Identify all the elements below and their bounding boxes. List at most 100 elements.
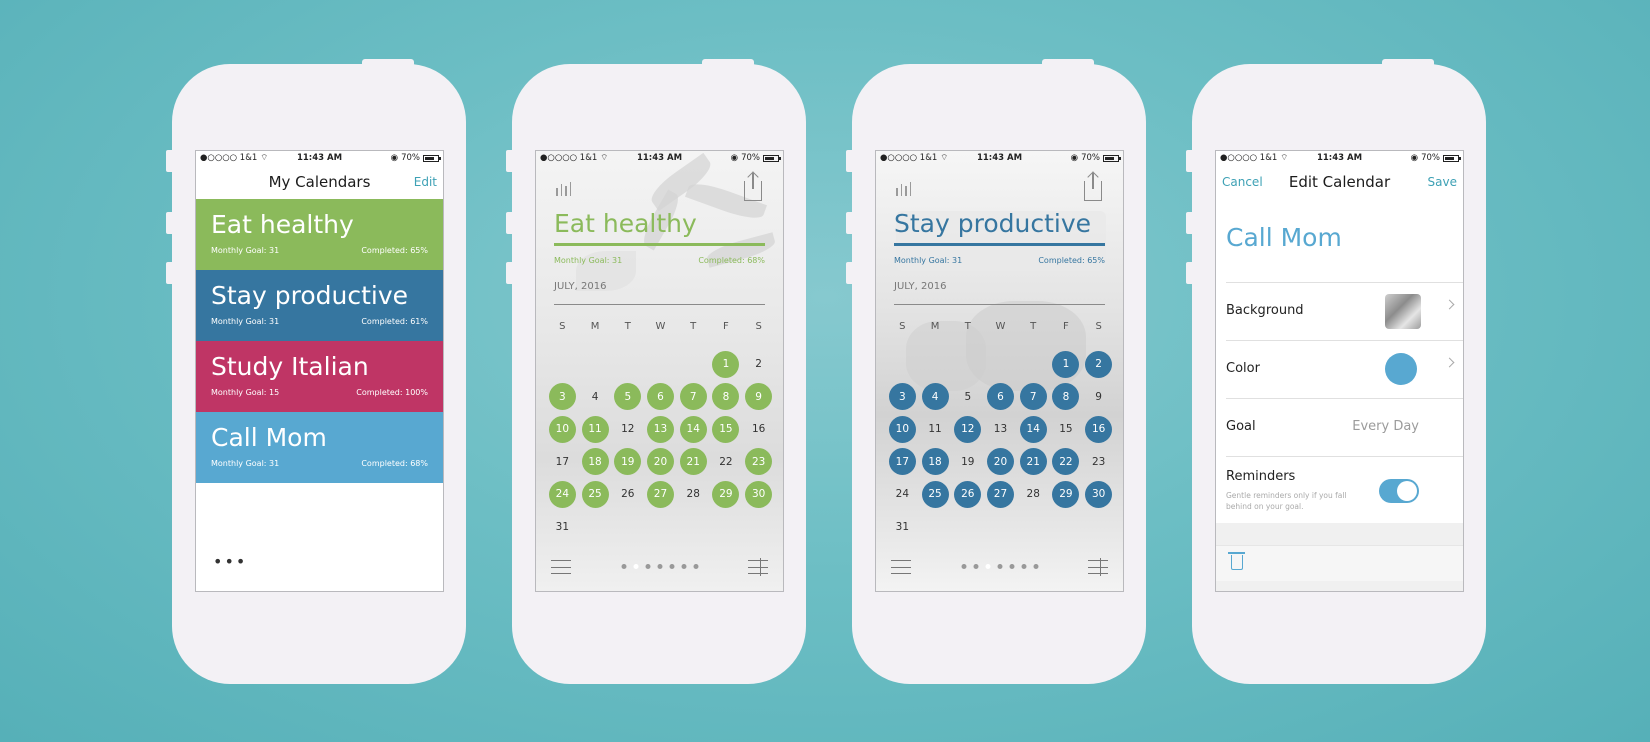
day-cell-completed[interactable]: 17 <box>886 446 919 479</box>
day-cell-completed[interactable]: 7 <box>677 381 710 414</box>
page-dot[interactable] <box>1021 564 1026 569</box>
page-indicator[interactable] <box>961 564 1038 569</box>
page-dot[interactable] <box>1033 564 1038 569</box>
day-cell[interactable]: 31 <box>886 511 919 544</box>
day-cell-completed[interactable]: 8 <box>710 381 743 414</box>
day-cell[interactable]: 11 <box>919 413 952 446</box>
day-cell-completed[interactable]: 10 <box>546 413 579 446</box>
page-dot[interactable] <box>985 564 990 569</box>
page-dot[interactable] <box>997 564 1002 569</box>
day-cell-completed[interactable]: 16 <box>1082 413 1115 446</box>
page-dot[interactable] <box>693 564 698 569</box>
day-cell-completed[interactable]: 21 <box>677 446 710 479</box>
page-dot[interactable] <box>681 564 686 569</box>
day-cell-completed[interactable]: 3 <box>886 381 919 414</box>
more-button[interactable]: ••• <box>213 552 247 571</box>
calendar-row-eat-healthy[interactable]: Eat healthy Monthly Goal: 31 Completed: … <box>196 199 443 270</box>
day-cell-completed[interactable]: 6 <box>644 381 677 414</box>
menu-icon[interactable] <box>891 560 911 574</box>
calendar-row-call-mom[interactable]: Call Mom Monthly Goal: 31 Completed: 68% <box>196 412 443 483</box>
edit-button[interactable]: Edit <box>414 175 437 189</box>
day-cell-completed[interactable]: 8 <box>1050 381 1083 414</box>
day-cell[interactable]: 31 <box>546 511 579 544</box>
day-cell-completed[interactable]: 13 <box>644 413 677 446</box>
settings-sliders-icon[interactable] <box>748 558 768 576</box>
day-cell-completed[interactable]: 2 <box>1082 348 1115 381</box>
day-cell[interactable]: 17 <box>546 446 579 479</box>
day-cell-completed[interactable]: 14 <box>677 413 710 446</box>
day-cell-completed[interactable]: 29 <box>710 478 743 511</box>
day-cell-completed[interactable]: 30 <box>1082 478 1115 511</box>
day-cell[interactable]: 28 <box>677 478 710 511</box>
day-cell-completed[interactable]: 4 <box>919 381 952 414</box>
day-cell-completed[interactable]: 1 <box>710 348 743 381</box>
stats-icon[interactable] <box>896 182 911 196</box>
day-cell-completed[interactable]: 20 <box>984 446 1017 479</box>
day-cell-completed[interactable]: 7 <box>1017 381 1050 414</box>
day-cell-completed[interactable]: 14 <box>1017 413 1050 446</box>
day-cell[interactable]: 24 <box>886 478 919 511</box>
day-cell[interactable]: 4 <box>579 381 612 414</box>
page-dot[interactable] <box>961 564 966 569</box>
day-cell-completed[interactable]: 6 <box>984 381 1017 414</box>
day-cell[interactable]: 28 <box>1017 478 1050 511</box>
day-cell[interactable]: 23 <box>1082 446 1115 479</box>
day-cell-completed[interactable]: 21 <box>1017 446 1050 479</box>
page-indicator[interactable] <box>621 564 698 569</box>
settings-sliders-icon[interactable] <box>1088 558 1108 576</box>
color-row[interactable]: Color <box>1226 340 1463 396</box>
day-cell-completed[interactable]: 18 <box>919 446 952 479</box>
save-button[interactable]: Save <box>1428 175 1457 189</box>
day-cell[interactable]: 26 <box>611 478 644 511</box>
page-dot[interactable] <box>669 564 674 569</box>
day-cell-completed[interactable]: 24 <box>546 478 579 511</box>
day-cell-completed[interactable]: 10 <box>886 413 919 446</box>
day-cell-completed[interactable]: 23 <box>742 446 775 479</box>
day-cell-completed[interactable]: 25 <box>579 478 612 511</box>
day-cell[interactable]: 22 <box>710 446 743 479</box>
page-dot[interactable] <box>645 564 650 569</box>
day-cell-completed[interactable]: 25 <box>919 478 952 511</box>
page-dot[interactable] <box>633 564 638 569</box>
calendar-row-study-italian[interactable]: Study Italian Monthly Goal: 15 Completed… <box>196 341 443 412</box>
page-dot[interactable] <box>1009 564 1014 569</box>
day-cell-completed[interactable]: 18 <box>579 446 612 479</box>
share-icon[interactable] <box>744 173 762 201</box>
day-cell-completed[interactable]: 15 <box>710 413 743 446</box>
day-cell-completed[interactable]: 30 <box>742 478 775 511</box>
background-row[interactable]: Background <box>1226 282 1463 338</box>
day-cell-completed[interactable]: 19 <box>611 446 644 479</box>
day-cell[interactable]: 9 <box>1082 381 1115 414</box>
page-dot[interactable] <box>973 564 978 569</box>
page-dot[interactable] <box>657 564 662 569</box>
stats-icon[interactable] <box>556 182 571 196</box>
day-cell[interactable]: 5 <box>951 381 984 414</box>
day-cell-completed[interactable]: 29 <box>1050 478 1083 511</box>
page-dot[interactable] <box>621 564 626 569</box>
day-cell-completed[interactable]: 26 <box>951 478 984 511</box>
reminders-toggle[interactable] <box>1379 479 1419 503</box>
day-cell-completed[interactable]: 22 <box>1050 446 1083 479</box>
day-cell-completed[interactable]: 20 <box>644 446 677 479</box>
day-cell[interactable]: 2 <box>742 348 775 381</box>
calendar-name-field[interactable]: Call Mom <box>1226 223 1342 252</box>
day-cell[interactable]: 13 <box>984 413 1017 446</box>
day-cell-completed[interactable]: 9 <box>742 381 775 414</box>
calendar-row-stay-productive[interactable]: Stay productive Monthly Goal: 31 Complet… <box>196 270 443 341</box>
day-cell[interactable]: 15 <box>1050 413 1083 446</box>
day-cell-completed[interactable]: 27 <box>644 478 677 511</box>
day-cell-completed[interactable]: 1 <box>1050 348 1083 381</box>
cancel-button[interactable]: Cancel <box>1222 175 1263 189</box>
day-cell[interactable]: 19 <box>951 446 984 479</box>
menu-icon[interactable] <box>551 560 571 574</box>
day-cell-completed[interactable]: 3 <box>546 381 579 414</box>
day-cell-completed[interactable]: 5 <box>611 381 644 414</box>
day-cell[interactable]: 12 <box>611 413 644 446</box>
day-cell-completed[interactable]: 27 <box>984 478 1017 511</box>
day-cell[interactable]: 16 <box>742 413 775 446</box>
trash-icon[interactable] <box>1228 552 1245 570</box>
goal-row[interactable]: Goal Every Day <box>1226 398 1463 454</box>
share-icon[interactable] <box>1084 173 1102 201</box>
day-cell-completed[interactable]: 11 <box>579 413 612 446</box>
day-cell-completed[interactable]: 12 <box>951 413 984 446</box>
